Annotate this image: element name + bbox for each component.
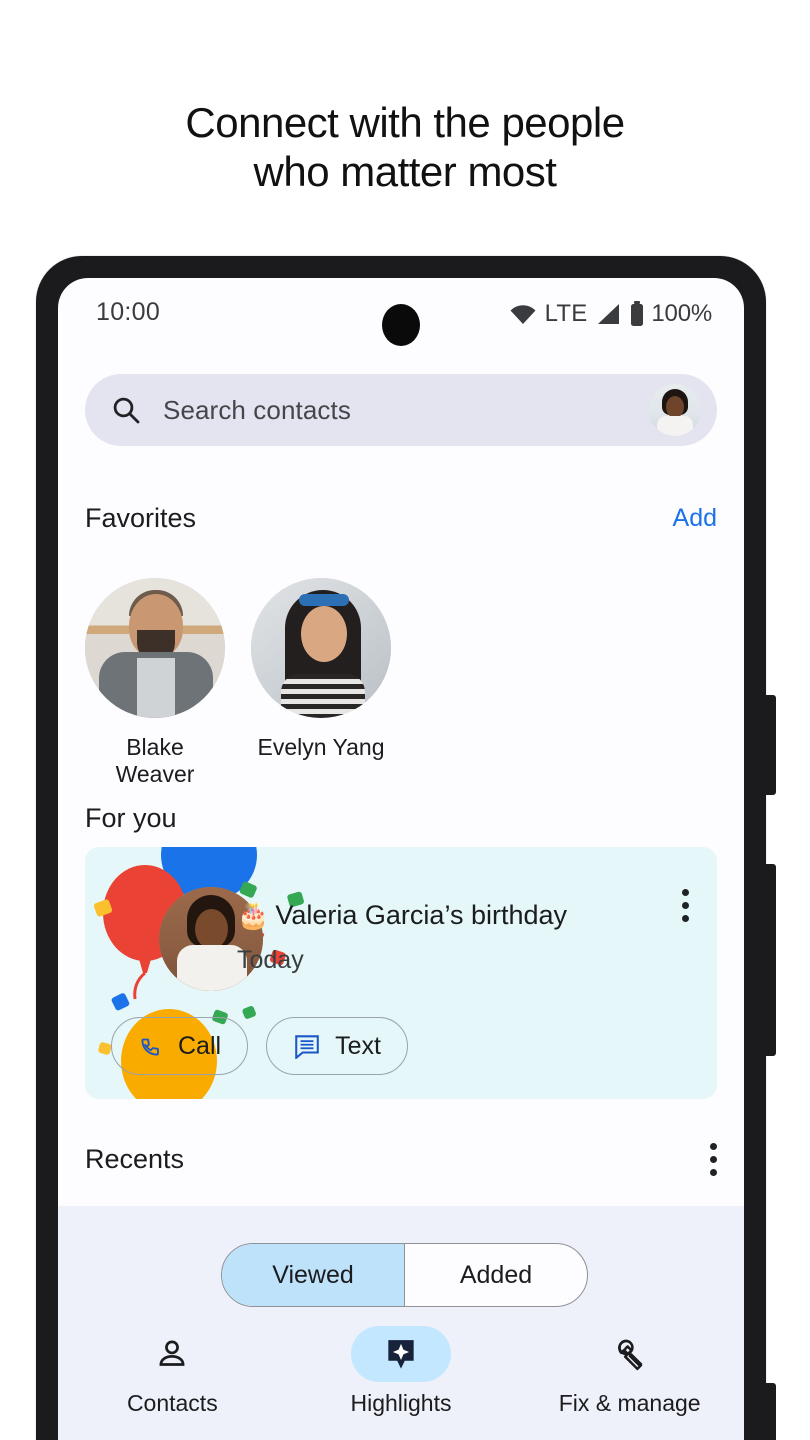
favorite-contact-name: Evelyn Yang bbox=[257, 734, 385, 760]
account-avatar[interactable] bbox=[649, 384, 701, 436]
birthday-subtitle: Today bbox=[237, 946, 304, 974]
wifi-icon bbox=[509, 303, 537, 325]
sparkle-badge-icon bbox=[382, 1335, 420, 1373]
call-button-label: Call bbox=[178, 1031, 222, 1060]
nav-pill bbox=[580, 1326, 680, 1382]
person-icon bbox=[154, 1336, 190, 1372]
battery-icon bbox=[629, 301, 645, 327]
app-store-screenshot: Connect with the people who matter most … bbox=[0, 0, 810, 1440]
front-camera-punch-hole bbox=[382, 304, 420, 346]
page-title: Connect with the people who matter most bbox=[0, 98, 810, 196]
nav-item-label: Fix & manage bbox=[558, 1390, 701, 1416]
add-favorite-button[interactable]: Add bbox=[673, 504, 717, 533]
panel-top-spacer bbox=[58, 1178, 744, 1206]
tab-added[interactable]: Added bbox=[404, 1244, 587, 1306]
nav-item-fix-and-manage[interactable]: Fix & manage bbox=[542, 1326, 717, 1417]
message-icon bbox=[293, 1033, 321, 1059]
avatar bbox=[85, 578, 225, 718]
avatar bbox=[251, 578, 391, 718]
birthday-title-row: 🎂 Valeria Garcia’s birthday bbox=[237, 900, 567, 931]
headline-line-1: Connect with the people bbox=[185, 99, 625, 146]
more-options-icon[interactable] bbox=[709, 1143, 717, 1176]
search-icon bbox=[111, 395, 141, 425]
birthday-card-actions: Call Text bbox=[111, 1017, 408, 1075]
cell-signal-icon bbox=[595, 302, 621, 326]
nav-item-label: Highlights bbox=[350, 1390, 452, 1416]
nav-pill-active bbox=[350, 1326, 451, 1382]
recents-panel: Viewed Added Contacts Highlights Fix & m… bbox=[58, 1178, 744, 1440]
nav-item-highlights[interactable]: Highlights bbox=[313, 1326, 488, 1417]
recents-segmented-control: Viewed Added bbox=[221, 1243, 588, 1307]
text-button[interactable]: Text bbox=[266, 1017, 408, 1075]
more-options-icon[interactable] bbox=[681, 889, 689, 922]
for-you-title: For you bbox=[85, 803, 177, 833]
call-button[interactable]: Call bbox=[111, 1017, 249, 1075]
phone-icon bbox=[138, 1033, 164, 1059]
headline-line-2: who matter most bbox=[253, 148, 557, 195]
nav-item-contacts[interactable]: Contacts bbox=[85, 1326, 260, 1417]
favorites-header: Favorites Add bbox=[85, 503, 717, 534]
wrench-icon bbox=[612, 1336, 648, 1372]
recents-title: Recents bbox=[85, 1144, 185, 1174]
recents-header: Recents bbox=[85, 1143, 717, 1176]
search-placeholder: Search contacts bbox=[163, 394, 351, 425]
favorites-title: Favorites bbox=[85, 503, 197, 533]
nav-pill bbox=[122, 1326, 222, 1382]
favorite-contact-name: Blake Weaver bbox=[115, 734, 195, 787]
phone-screen: 10:00 LTE 100% Search contacts Favorites… bbox=[58, 278, 744, 1440]
power-button[interactable] bbox=[764, 864, 776, 1056]
status-indicators: LTE 100% bbox=[509, 300, 712, 328]
status-bar: 10:00 LTE 100% bbox=[58, 278, 744, 348]
cake-icon: 🎂 bbox=[237, 900, 270, 930]
battery-percent-label: 100% bbox=[651, 300, 712, 327]
status-time: 10:00 bbox=[96, 298, 161, 326]
search-input[interactable]: Search contacts bbox=[85, 374, 717, 446]
lower-side-button[interactable] bbox=[764, 1383, 776, 1440]
birthday-card[interactable]: 🎂 Valeria Garcia’s birthday Today Call Te… bbox=[85, 847, 717, 1099]
volume-button[interactable] bbox=[764, 695, 776, 795]
birthday-title: Valeria Garcia’s birthday bbox=[275, 900, 568, 930]
for-you-header: For you bbox=[85, 803, 717, 834]
tab-viewed[interactable]: Viewed bbox=[222, 1244, 404, 1306]
nav-item-label: Contacts bbox=[126, 1390, 218, 1416]
favorite-contact-evelyn[interactable]: Evelyn Yang bbox=[251, 578, 391, 788]
text-button-label: Text bbox=[335, 1031, 381, 1060]
network-type-label: LTE bbox=[544, 300, 588, 327]
bottom-navigation-bar: Contacts Highlights Fix & manage bbox=[58, 1312, 744, 1440]
favorite-contact-blake[interactable]: Blake Weaver bbox=[85, 578, 225, 788]
favorites-list: Blake Weaver Evelyn Yang bbox=[85, 578, 391, 788]
